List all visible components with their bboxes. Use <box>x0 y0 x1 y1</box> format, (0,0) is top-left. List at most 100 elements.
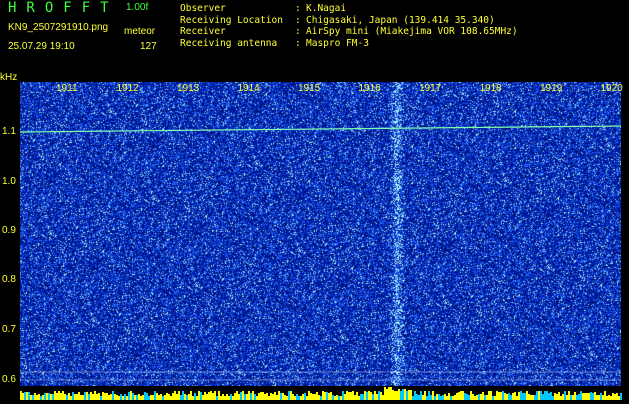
signal-strip-bar <box>292 394 294 400</box>
signal-strip-bar <box>464 393 466 400</box>
signal-strip-bar <box>44 393 46 400</box>
signal-strip-bar <box>180 395 182 400</box>
signal-strip-bar <box>462 391 464 400</box>
signal-strip-bar <box>34 393 36 400</box>
signal-strip-bar <box>596 395 598 400</box>
signal-strip-bar <box>614 394 616 400</box>
signal-strip-bar <box>62 391 64 400</box>
signal-strip-bar <box>138 394 140 400</box>
signal-strip-bar <box>586 393 588 400</box>
signal-strip-bar <box>412 396 414 400</box>
signal-strip-bar <box>184 394 186 400</box>
noise-layer <box>20 82 621 386</box>
signal-strip-bar <box>434 396 436 400</box>
signal-strip-bar <box>248 391 250 400</box>
x-tick-label: 1913 <box>177 83 200 94</box>
signal-strip-bar <box>302 394 304 400</box>
signal-strip-bar <box>200 392 202 400</box>
signal-strip-bar <box>296 394 298 400</box>
signal-strip-bar <box>52 394 54 400</box>
signal-strip-bar <box>348 392 350 400</box>
signal-strip-bar <box>80 395 82 400</box>
signal-strip-bar <box>566 395 568 400</box>
signal-strip-bar <box>508 393 510 400</box>
signal-strip-bar <box>88 394 90 400</box>
signal-strip-bar <box>486 395 488 400</box>
signal-strip-bar <box>50 394 52 400</box>
signal-strip-bar <box>474 396 476 400</box>
signal-strip-bar <box>78 392 80 400</box>
signal-strip-bar <box>288 391 290 400</box>
signal-strip-bar <box>476 395 478 400</box>
signal-strip-bar <box>490 391 492 400</box>
signal-strip-bar <box>196 396 198 400</box>
signal-strip-bar <box>378 391 380 400</box>
signal-strip-bar <box>554 393 556 400</box>
signal-strip-bar <box>320 396 322 400</box>
signal-strip-bar <box>552 396 554 400</box>
signal-strip-bar <box>310 393 312 400</box>
signal-strip-bar <box>406 391 408 400</box>
signal-strip-bar <box>226 394 228 400</box>
signal-strip-bar <box>440 396 442 400</box>
signal-strip-bar <box>158 395 160 400</box>
signal-strip-bar <box>258 393 260 400</box>
signal-strip-bar <box>506 394 508 400</box>
signal-strip-bar <box>346 391 348 400</box>
signal-strip-bar <box>218 391 220 400</box>
signal-strip-bar <box>336 395 338 400</box>
signal-strip-bar <box>94 391 96 400</box>
signal-strip-bar <box>204 392 206 400</box>
y-tick-label: 1.0 <box>2 176 16 187</box>
signal-strip-bar <box>278 391 280 400</box>
signal-strip-bar <box>332 395 334 400</box>
signal-strip-bar <box>56 393 58 400</box>
signal-strip-bar <box>606 396 608 400</box>
x-tick-label: 1911 <box>56 83 78 94</box>
signal-strip-bar <box>478 394 480 400</box>
signal-strip-bar <box>542 394 544 400</box>
y-unit-label: kHz <box>0 72 17 83</box>
signal-strip-bar <box>342 391 344 400</box>
signal-strip-bar <box>228 396 230 400</box>
signal-strip-bar <box>470 391 472 400</box>
signal-strip-bar <box>294 396 296 400</box>
info-row-location: Receiving Location: Chigasaki, Japan (139… <box>180 14 495 26</box>
signal-strip-bar <box>64 394 66 400</box>
signal-strip-bar <box>362 394 364 400</box>
signal-strip-bar <box>260 392 262 400</box>
signal-strip-bar <box>84 392 86 400</box>
signal-strip-bar <box>308 391 310 400</box>
signal-strip-bar <box>32 395 34 400</box>
signal-strip-bar <box>172 393 174 400</box>
signal-strip-bar <box>442 395 444 400</box>
signal-strip-bar <box>322 391 324 400</box>
signal-strip-bar <box>130 391 132 400</box>
signal-strip-bar <box>148 396 150 400</box>
signal-strip-bar <box>404 389 406 400</box>
signal-strip-bar <box>122 396 124 400</box>
signal-strip-bar <box>518 392 520 400</box>
signal-strip-bar <box>102 392 104 400</box>
signal-strip-bar <box>36 395 38 400</box>
signal-strip-bar <box>214 391 216 400</box>
signal-strip-bar <box>494 396 496 400</box>
signal-strip-bar <box>338 396 340 400</box>
signal-strip-bar <box>210 391 212 400</box>
signal-strip-bar <box>590 392 592 400</box>
signal-strip-bar <box>198 391 200 400</box>
signal-strip-bar <box>202 395 204 400</box>
signal-strip-bar <box>70 396 72 400</box>
signal-strip-bar <box>162 396 164 400</box>
signal-strip-bar <box>466 394 468 400</box>
signal-strip-bar <box>166 393 168 400</box>
signal-strip-bar <box>194 393 196 400</box>
signal-strip-bar <box>444 394 446 400</box>
info-row-antenna: Receiving antenna: Maspro FM-3 <box>180 37 369 49</box>
signal-strip-bar <box>90 392 92 400</box>
signal-strip-bar <box>468 395 470 400</box>
signal-strip-bar <box>22 393 24 400</box>
signal-strip-bar <box>350 392 352 400</box>
signal-strip-bar <box>282 393 284 400</box>
signal-strip-bar <box>372 394 374 400</box>
